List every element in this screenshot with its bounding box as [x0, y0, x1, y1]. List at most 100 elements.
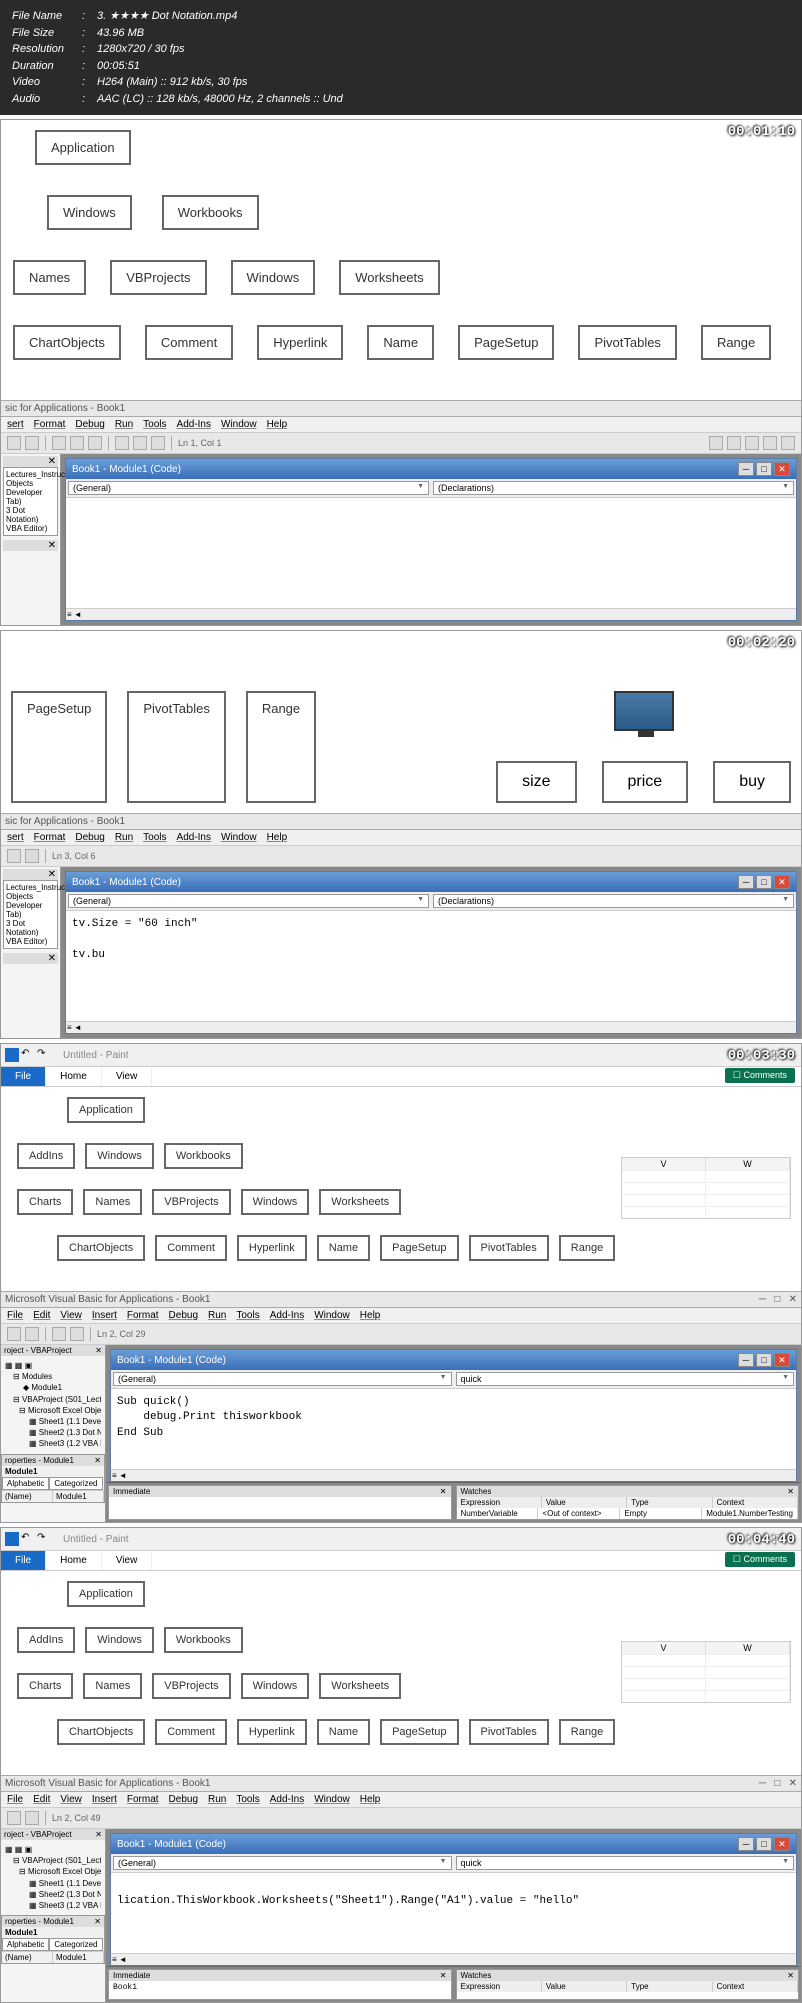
menu-insert[interactable]: Insert	[92, 1794, 117, 1805]
vbe-menubar[interactable]: File Edit View Insert Format Debug Run T…	[1, 1308, 801, 1324]
redo-icon[interactable]: ↷	[37, 1048, 51, 1062]
tree-item[interactable]: ▦ Sheet2 (1.3 Dot Notation)	[5, 1889, 101, 1900]
col-header[interactable]: V	[622, 1158, 706, 1170]
close-icon[interactable]: ✕	[440, 1971, 447, 1980]
toolbar-icon[interactable]	[52, 436, 66, 450]
tree-item[interactable]: Lectures_Instruc	[6, 883, 55, 892]
menu-debug[interactable]: Debug	[75, 419, 104, 430]
tab-view[interactable]: View	[102, 1067, 153, 1086]
toolbar-icon[interactable]	[745, 436, 759, 450]
object-dropdown[interactable]: (General)	[68, 481, 429, 495]
menu-run[interactable]: Run	[208, 1310, 226, 1321]
menu-run[interactable]: Run	[208, 1794, 226, 1805]
toolbar-icon[interactable]	[727, 436, 741, 450]
menu-edit[interactable]: Edit	[33, 1794, 50, 1805]
toolbar-icon[interactable]	[7, 1811, 21, 1825]
menu-tools[interactable]: Tools	[236, 1310, 259, 1321]
tree-item[interactable]: ▦ Sheet1 (1.1 Developer Tab)	[5, 1416, 101, 1427]
menu-tools[interactable]: Tools	[143, 419, 166, 430]
play-icon[interactable]	[115, 436, 129, 450]
tab-alphabetic[interactable]: Alphabetic	[2, 1477, 49, 1490]
toolbar-icon[interactable]	[7, 849, 21, 863]
menu-file[interactable]: File	[7, 1310, 23, 1321]
tree-item[interactable]: ⊟ Modules	[5, 1371, 101, 1382]
comments-badge[interactable]: ☐ Comments	[725, 1552, 795, 1567]
tree-item[interactable]: Developer Tab)	[6, 488, 55, 506]
procedure-dropdown[interactable]: (Declarations)	[433, 481, 794, 495]
code-editor[interactable]: lication.ThisWorkbook.Worksheets("Sheet1…	[111, 1873, 796, 1953]
menu-view[interactable]: View	[60, 1794, 82, 1805]
col-header[interactable]: V	[622, 1642, 706, 1654]
menu-format[interactable]: Format	[127, 1794, 159, 1805]
procedure-dropdown[interactable]: (Declarations)	[433, 894, 794, 908]
tab-file[interactable]: File	[1, 1067, 46, 1086]
code-titlebar[interactable]: Book1 - Module1 (Code) ─ □ ✕	[111, 1350, 796, 1370]
object-dropdown[interactable]: (General)	[113, 1372, 452, 1386]
close-icon[interactable]: ✕	[94, 1456, 101, 1465]
prop-name-value[interactable]: Module1	[53, 1952, 104, 1963]
col-header[interactable]: W	[706, 1642, 790, 1654]
menu-addins[interactable]: Add-Ins	[177, 419, 211, 430]
save-icon[interactable]	[5, 1532, 19, 1546]
toolbar-icon[interactable]	[25, 436, 39, 450]
toolbar-icon[interactable]	[70, 436, 84, 450]
tree-item[interactable]: ⊟ VBAProject (S01_Lectures_Instruc	[5, 1394, 101, 1405]
close-icon[interactable]: ✕	[440, 1487, 447, 1496]
undo-icon[interactable]: ↶	[21, 1048, 35, 1062]
close-icon[interactable]: ✕	[95, 1830, 102, 1839]
close-icon[interactable]: ✕	[3, 456, 58, 467]
close-button[interactable]: ✕	[774, 1837, 790, 1851]
code-titlebar[interactable]: Book1 - Module1 (Code) ─ □ ✕	[66, 459, 796, 479]
menu-format[interactable]: Format	[127, 1310, 159, 1321]
tab-alphabetic[interactable]: Alphabetic	[2, 1938, 49, 1951]
toolbar-icon[interactable]	[70, 1327, 84, 1341]
tab-home[interactable]: Home	[46, 1551, 102, 1570]
close-icon[interactable]: ✕	[3, 869, 58, 880]
tree-item[interactable]: ⊟ Microsoft Excel Objects	[5, 1866, 101, 1877]
menu-view[interactable]: View	[60, 1310, 82, 1321]
menu-file[interactable]: File	[7, 1794, 23, 1805]
tree-item[interactable]: ▦ Sheet1 (1.1 Developer Tab)	[5, 1878, 101, 1889]
maximize-button[interactable]: □	[756, 875, 772, 889]
tree-item[interactable]: 3 Dot Notation)	[6, 506, 55, 524]
undo-icon[interactable]: ↶	[21, 1532, 35, 1546]
maximize-button[interactable]: □	[756, 1837, 772, 1851]
menu-item[interactable]: Help	[267, 832, 288, 843]
menu-item[interactable]: Run	[115, 832, 133, 843]
tab-categorized[interactable]: Categorized	[49, 1938, 102, 1951]
close-icon[interactable]: ✕	[3, 540, 58, 551]
minimize-button[interactable]: ─	[738, 875, 754, 889]
menu-window[interactable]: Window	[314, 1310, 350, 1321]
tree-item[interactable]: ▦ Sheet2 (1.3 Dot Notation)	[5, 1427, 101, 1438]
toolbar-icon[interactable]	[763, 436, 777, 450]
close-icon[interactable]: ✕	[94, 1917, 101, 1926]
menu-debug[interactable]: Debug	[169, 1794, 198, 1805]
immediate-input[interactable]: Book1	[109, 1981, 451, 1999]
menu-debug[interactable]: Debug	[169, 1310, 198, 1321]
tree-item[interactable]: Developer Tab)	[6, 901, 55, 919]
minimize-button[interactable]: ─	[738, 462, 754, 476]
close-icon[interactable]: ✕	[787, 1971, 794, 1980]
toolbar-icon[interactable]	[88, 436, 102, 450]
menu-addins[interactable]: Add-Ins	[270, 1310, 304, 1321]
menu-item[interactable]: Add-Ins	[177, 832, 211, 843]
code-editor[interactable]	[66, 498, 796, 608]
menu-addins[interactable]: Add-Ins	[270, 1794, 304, 1805]
code-editor[interactable]: tv.Size = "60 inch" tv.bu	[66, 911, 796, 1021]
scroll-bar[interactable]: ≡ ◄	[66, 608, 796, 620]
menu-item[interactable]: Tools	[143, 832, 166, 843]
menu-item[interactable]: Format	[34, 832, 66, 843]
tree-item[interactable]: Objects	[6, 479, 55, 488]
procedure-dropdown[interactable]: quick	[456, 1856, 795, 1870]
toolbar-icon[interactable]	[25, 849, 39, 863]
menu-tools[interactable]: Tools	[236, 1794, 259, 1805]
redo-icon[interactable]: ↷	[37, 1532, 51, 1546]
scroll-bar[interactable]: ≡ ◄	[111, 1469, 796, 1481]
menu-help[interactable]: Help	[267, 419, 288, 430]
save-icon[interactable]	[5, 1048, 19, 1062]
tab-categorized[interactable]: Categorized	[49, 1477, 102, 1490]
tree-item[interactable]: ▦ Sheet3 (1.2 VBA Editor)	[5, 1438, 101, 1449]
menu-insert[interactable]: Insert	[92, 1310, 117, 1321]
tree-item[interactable]: Lectures_Instruc	[6, 470, 55, 479]
tree-item[interactable]: 3 Dot Notation)	[6, 919, 55, 937]
